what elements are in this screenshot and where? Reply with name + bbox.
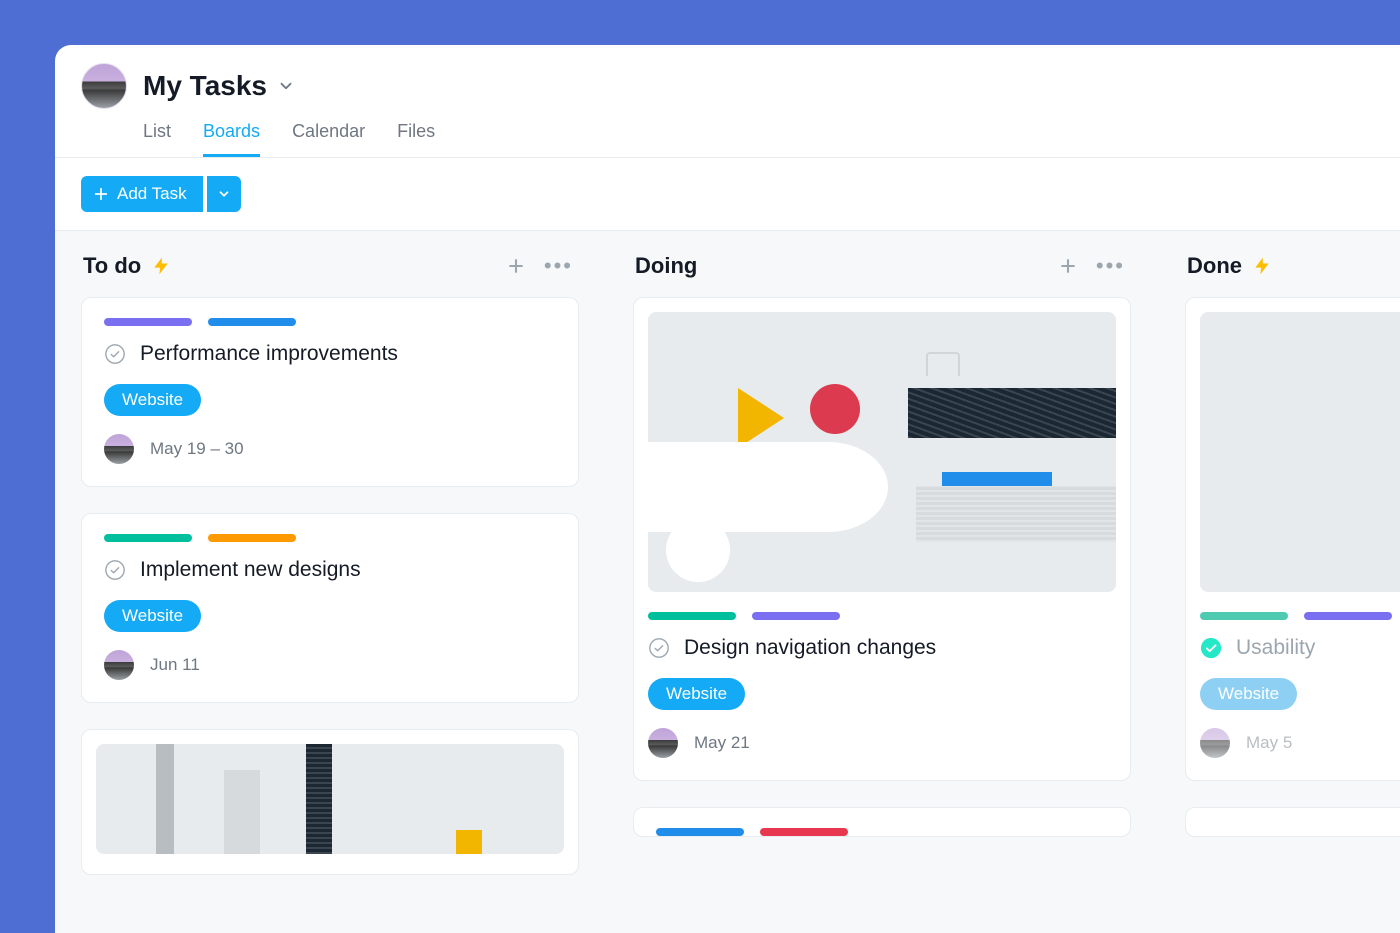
column-header: To do ••• bbox=[81, 253, 579, 297]
card-title: Usability bbox=[1236, 636, 1315, 660]
card-tag[interactable]: Website bbox=[648, 678, 745, 710]
column-header: Done bbox=[1185, 253, 1400, 297]
task-card[interactable] bbox=[81, 729, 579, 875]
card-title-row: Implement new designs bbox=[104, 558, 556, 582]
column-title[interactable]: Done bbox=[1187, 253, 1272, 279]
toolbar: Add Task bbox=[55, 158, 1400, 231]
card-title: Performance improvements bbox=[140, 342, 398, 366]
column-title-text: Done bbox=[1187, 253, 1242, 279]
card-title-row: Performance improvements bbox=[104, 342, 556, 366]
page-title-text: My Tasks bbox=[143, 70, 267, 102]
column-todo: To do ••• Performance improvements Webs bbox=[81, 253, 579, 933]
assignee-avatar[interactable] bbox=[1200, 728, 1230, 758]
card-cover-image bbox=[1200, 312, 1400, 592]
column-actions: ••• bbox=[1058, 255, 1125, 277]
card-meta: May 19 – 30 bbox=[104, 434, 556, 464]
card-meta: May 5 bbox=[1200, 728, 1400, 758]
complete-task-icon[interactable] bbox=[1200, 637, 1222, 659]
column-done: Done Usability Website bbox=[1185, 253, 1400, 933]
assignee-avatar[interactable] bbox=[104, 434, 134, 464]
project-pill bbox=[656, 828, 744, 836]
tab-calendar[interactable]: Calendar bbox=[292, 115, 365, 157]
add-task-button[interactable]: Add Task bbox=[81, 176, 203, 212]
project-pill bbox=[1200, 612, 1288, 620]
chevron-down-icon bbox=[217, 187, 231, 201]
lightning-icon bbox=[1252, 254, 1272, 278]
complete-task-icon[interactable] bbox=[648, 637, 670, 659]
add-card-button[interactable] bbox=[1058, 256, 1078, 276]
app-shell: My Tasks List Boards Calendar Files Add … bbox=[55, 45, 1400, 933]
card-tag[interactable]: Website bbox=[104, 384, 201, 416]
column-menu-button[interactable]: ••• bbox=[1096, 255, 1125, 277]
card-tag[interactable]: Website bbox=[104, 600, 201, 632]
card-meta: May 21 bbox=[648, 728, 1116, 758]
card-color-pills bbox=[104, 318, 556, 326]
project-pill bbox=[208, 318, 296, 326]
project-pill bbox=[104, 318, 192, 326]
board: To do ••• Performance improvements Webs bbox=[55, 231, 1400, 933]
card-title-row: Usability bbox=[1200, 636, 1400, 660]
column-title[interactable]: To do bbox=[83, 253, 171, 279]
complete-task-icon[interactable] bbox=[104, 559, 126, 581]
card-title: Implement new designs bbox=[140, 558, 361, 582]
project-pill bbox=[648, 612, 736, 620]
tab-files[interactable]: Files bbox=[397, 115, 435, 157]
card-date: May 21 bbox=[694, 733, 750, 753]
card-color-pills bbox=[648, 612, 1116, 620]
view-tabs: List Boards Calendar Files bbox=[81, 109, 1400, 157]
card-date: Jun 11 bbox=[150, 655, 200, 675]
add-task-dropdown[interactable] bbox=[207, 176, 241, 212]
task-card[interactable]: Performance improvements Website May 19 … bbox=[81, 297, 579, 487]
plus-icon bbox=[93, 186, 109, 202]
card-color-pills bbox=[656, 828, 1108, 836]
column-header: Doing ••• bbox=[633, 253, 1131, 297]
add-card-button[interactable] bbox=[506, 256, 526, 276]
card-meta: Jun 11 bbox=[104, 650, 556, 680]
lightning-icon bbox=[151, 254, 171, 278]
card-cover-image bbox=[648, 312, 1116, 592]
card-cover-image bbox=[96, 744, 564, 854]
column-doing: Doing ••• bbox=[633, 253, 1131, 933]
task-card[interactable]: Design navigation changes Website May 21 bbox=[633, 297, 1131, 781]
column-title-text: Doing bbox=[635, 253, 697, 279]
column-title-text: To do bbox=[83, 253, 141, 279]
column-menu-button[interactable]: ••• bbox=[544, 255, 573, 277]
add-task-label: Add Task bbox=[117, 184, 187, 204]
card-date: May 5 bbox=[1246, 733, 1292, 753]
user-avatar[interactable] bbox=[81, 63, 127, 109]
card-tag[interactable]: Website bbox=[1200, 678, 1297, 710]
complete-task-icon[interactable] bbox=[104, 343, 126, 365]
card-title-row: Design navigation changes bbox=[648, 636, 1116, 660]
project-pill bbox=[104, 534, 192, 542]
project-pill bbox=[760, 828, 848, 836]
task-card[interactable] bbox=[1185, 807, 1400, 837]
assignee-avatar[interactable] bbox=[648, 728, 678, 758]
chevron-down-icon bbox=[277, 77, 295, 95]
tab-list[interactable]: List bbox=[143, 115, 171, 157]
header: My Tasks List Boards Calendar Files bbox=[55, 45, 1400, 158]
project-pill bbox=[208, 534, 296, 542]
tab-boards[interactable]: Boards bbox=[203, 115, 260, 157]
title-row: My Tasks bbox=[81, 63, 1400, 109]
card-color-pills bbox=[1200, 612, 1400, 620]
project-pill bbox=[752, 612, 840, 620]
page-title[interactable]: My Tasks bbox=[143, 70, 295, 102]
column-title[interactable]: Doing bbox=[635, 253, 697, 279]
task-card[interactable]: Implement new designs Website Jun 11 bbox=[81, 513, 579, 703]
card-color-pills bbox=[104, 534, 556, 542]
card-title: Design navigation changes bbox=[684, 636, 936, 660]
column-actions: ••• bbox=[506, 255, 573, 277]
card-date: May 19 – 30 bbox=[150, 439, 244, 459]
assignee-avatar[interactable] bbox=[104, 650, 134, 680]
task-card[interactable]: Usability Website May 5 bbox=[1185, 297, 1400, 781]
project-pill bbox=[1304, 612, 1392, 620]
task-card[interactable] bbox=[633, 807, 1131, 837]
